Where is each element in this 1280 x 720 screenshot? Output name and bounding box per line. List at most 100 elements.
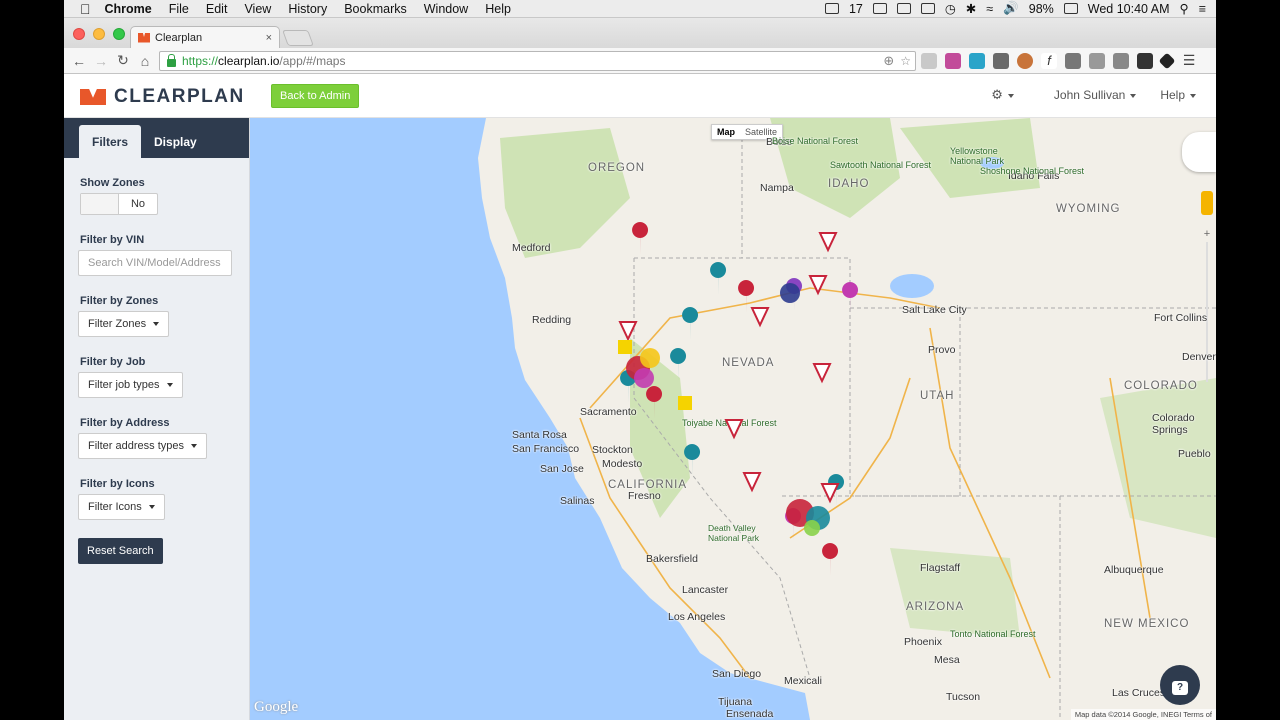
map-attribution[interactable]: Map data ©2014 Google, INEGI Terms of	[1070, 709, 1216, 720]
logo-text: CLEARPLAN	[114, 86, 245, 107]
marker-cluster[interactable]	[780, 283, 800, 303]
map-marker[interactable]	[632, 222, 649, 254]
notification-center-icon[interactable]: ≡	[1199, 2, 1206, 16]
warning-marker[interactable]	[820, 483, 840, 504]
puzzle-extension-icon[interactable]	[969, 52, 985, 69]
help-label: Help	[1160, 88, 1185, 102]
font-extension-icon[interactable]: f	[1041, 52, 1057, 69]
volume-icon[interactable]: 🔊	[1003, 1, 1019, 16]
chrome-menu-icon[interactable]: ☰	[1181, 52, 1197, 69]
airplay-icon[interactable]	[896, 3, 911, 14]
pocket-icon[interactable]	[993, 52, 1009, 69]
bank-marker[interactable]	[678, 396, 692, 410]
menu-history[interactable]: History	[288, 2, 327, 16]
new-tab-button[interactable]	[282, 30, 314, 46]
display-icon[interactable]	[824, 3, 839, 14]
chevron-down-icon	[153, 322, 160, 327]
help-chat-button[interactable]: ?	[1160, 665, 1200, 705]
menu-chrome[interactable]: Chrome	[105, 2, 152, 16]
filter-job-dropdown[interactable]: Filter job types	[78, 372, 183, 398]
forward-arrow-icon[interactable]: →	[90, 53, 112, 69]
filter-zones-dropdown[interactable]: Filter Zones	[78, 311, 170, 337]
diamond-extension-icon[interactable]	[1158, 52, 1176, 69]
help-menu[interactable]: Help	[1160, 88, 1196, 102]
reset-search-button[interactable]: Reset Search	[78, 538, 163, 564]
a-extension-icon[interactable]	[1065, 52, 1081, 69]
reload-icon[interactable]: ↻	[112, 52, 134, 69]
chrome-window: Clearplan × ← → ↻ ⌂ https:// clearplan.i…	[64, 18, 1216, 720]
marker-cluster[interactable]	[804, 520, 820, 536]
warning-marker[interactable]	[808, 275, 828, 296]
warning-marker[interactable]	[618, 321, 638, 342]
header-right: ⚙ John Sullivan Help	[991, 87, 1196, 103]
show-zones-toggle[interactable]: No	[80, 193, 158, 215]
filter-address-dropdown[interactable]: Filter address types	[78, 433, 207, 459]
url-scheme: https://	[182, 54, 219, 68]
vin-search-input[interactable]: Search VIN/Model/Address	[78, 250, 232, 276]
map-marker[interactable]	[682, 307, 699, 339]
map-canvas[interactable]: Map Satellite + OREGON IDAHO WYOMING NEV…	[250, 118, 1216, 720]
battery-percent[interactable]: 98%	[1029, 2, 1054, 16]
zoom-window-button[interactable]	[113, 28, 125, 40]
marker-cluster[interactable]	[634, 368, 654, 388]
time-machine-icon[interactable]: ◷	[945, 1, 956, 16]
tab-close-icon[interactable]: ×	[266, 32, 272, 44]
map-marker[interactable]	[842, 282, 859, 314]
gear-icon: ⚙	[991, 87, 1003, 102]
map-marker[interactable]	[710, 262, 727, 294]
battery-widget-icon[interactable]	[920, 3, 935, 14]
home-icon[interactable]: ⌂	[134, 53, 156, 69]
warning-marker[interactable]	[750, 307, 770, 328]
browser-toolbar: ← → ↻ ⌂ https:// clearplan.io /app/#/map…	[64, 48, 1216, 74]
clearplan-logo[interactable]: CLEARPLAN	[80, 86, 245, 108]
settings-dropdown[interactable]: ⚙	[991, 87, 1014, 103]
color-extension-icon[interactable]	[945, 52, 961, 69]
clock[interactable]: Wed 10:40 AM	[1088, 2, 1170, 16]
close-window-button[interactable]	[73, 28, 85, 40]
back-to-admin-button[interactable]: Back to Admin	[271, 84, 360, 108]
filter-icons-dropdown[interactable]: Filter Icons	[78, 494, 165, 520]
map-marker[interactable]	[670, 348, 687, 380]
scale-extension-icon[interactable]	[1089, 52, 1105, 69]
browser-tab[interactable]: Clearplan ×	[130, 26, 280, 48]
map-marker[interactable]	[684, 444, 701, 476]
filter-icons-label: Filter Icons	[88, 501, 142, 513]
show-zones-label: Show Zones	[80, 177, 145, 189]
tab-display[interactable]: Display	[141, 125, 210, 158]
user-menu[interactable]: John Sullivan	[1054, 88, 1137, 102]
menu-bookmarks[interactable]: Bookmarks	[344, 2, 407, 16]
warning-marker[interactable]	[818, 232, 838, 253]
map-marker[interactable]	[646, 386, 663, 418]
macos-menubar:  Chrome File Edit View History Bookmark…	[64, 0, 1216, 18]
location-target-icon[interactable]: ⊕	[883, 53, 894, 69]
menu-window[interactable]: Window	[424, 2, 468, 16]
bank-marker[interactable]	[618, 340, 632, 354]
camera-icon[interactable]	[872, 3, 887, 14]
extensions-bar: f ☰	[921, 52, 1197, 69]
minimize-window-button[interactable]	[93, 28, 105, 40]
bluetooth-icon[interactable]: ✱	[966, 1, 976, 16]
menu-edit[interactable]: Edit	[206, 2, 228, 16]
wifi-icon[interactable]: ≈	[986, 2, 993, 16]
back-arrow-icon[interactable]: ←	[68, 53, 90, 69]
bookmark-star-icon[interactable]: ☆	[900, 54, 911, 68]
columns-extension-icon[interactable]	[1113, 52, 1129, 69]
adobe-count[interactable]: 17	[849, 2, 863, 16]
basketball-icon[interactable]	[1017, 52, 1033, 69]
warning-marker[interactable]	[742, 472, 762, 493]
menu-help[interactable]: Help	[485, 2, 511, 16]
address-bar[interactable]: https:// clearplan.io /app/#/maps ⊕ ☆	[159, 51, 916, 71]
warning-marker[interactable]	[724, 419, 744, 440]
cursor-extension-icon[interactable]	[1137, 52, 1153, 69]
new-extension-icon[interactable]	[921, 52, 937, 69]
warning-marker[interactable]	[812, 363, 832, 384]
apple-icon[interactable]: 	[80, 1, 91, 17]
map-marker[interactable]	[822, 543, 839, 575]
marker-cluster[interactable]	[640, 348, 660, 368]
spotlight-icon[interactable]: ⚲	[1180, 1, 1189, 16]
url-host: clearplan.io	[218, 54, 280, 68]
menu-file[interactable]: File	[169, 2, 189, 16]
menu-view[interactable]: View	[244, 2, 271, 16]
tab-filters[interactable]: Filters	[79, 125, 142, 158]
battery-icon[interactable]	[1063, 3, 1078, 14]
